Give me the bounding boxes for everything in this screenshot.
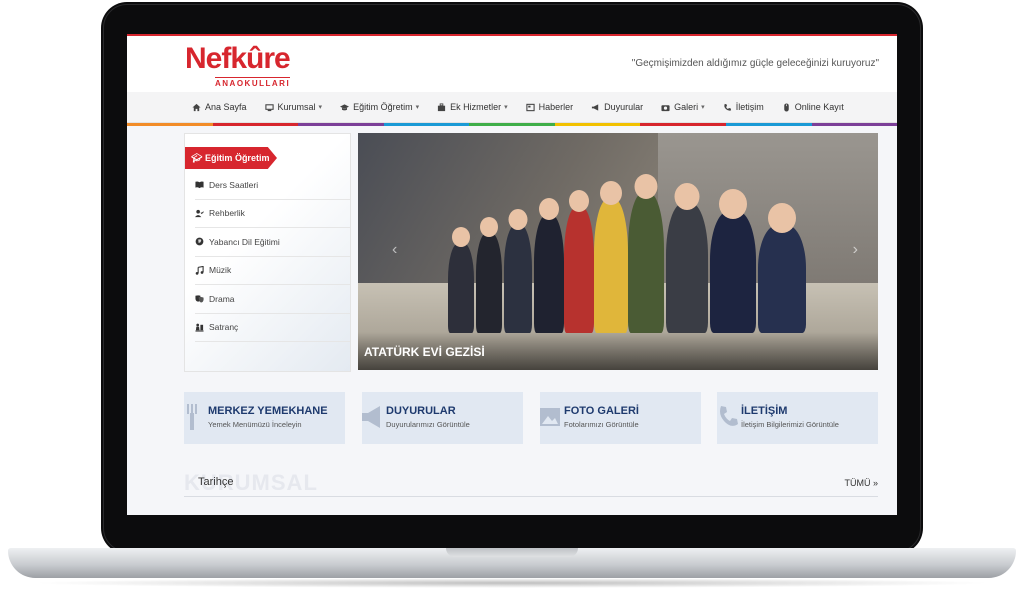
slider-prev-arrow[interactable]: ‹ [392,241,397,259]
home-icon [192,103,201,111]
chevron-down-icon: ▾ [318,104,323,111]
tab-tarihce[interactable]: Tarihçe [198,476,233,488]
laptop-shadow [30,578,994,588]
box-title: MERKEZ YEMEKHANE [208,405,328,417]
see-all-link[interactable]: TÜMÜ » [845,478,879,488]
nav-home[interactable]: Ana Sayfa [183,92,256,122]
side-item-drama[interactable]: Drama [195,285,350,314]
image-slider[interactable]: ‹ › ATATÜRK EVİ GEZİSİ [358,133,878,370]
section-divider [184,496,878,497]
quick-link-boxes: MERKEZ YEMEKHANE Yemek Menümüzü İnceleyi… [184,392,878,444]
side-item-satranc[interactable]: Satranç [195,314,350,342]
nav-online-kayit[interactable]: Online Kayıt [773,92,853,122]
mouse-icon [783,102,789,112]
box-duyurular[interactable]: DUYURULAR Duyurularımızı Görüntüle [362,392,523,444]
side-item-muzik[interactable]: Müzik [195,257,350,285]
chess-icon [195,323,204,332]
side-menu-heading[interactable]: 🎓︎ Eğitim Öğretim [185,147,277,169]
nav-duyurular[interactable]: Duyurular [582,92,652,122]
slider-next-arrow[interactable]: › [853,241,858,259]
graduation-cap-icon [340,103,350,110]
nav-label: Eğitim Öğretim [353,102,413,112]
megaphone-icon [362,406,380,428]
nav-iletisim[interactable]: İletişim [714,92,773,122]
slider-caption[interactable]: ATATÜRK EVİ GEZİSİ [364,345,485,359]
services-icon [437,102,446,111]
slider-photo-children [438,153,818,333]
side-menu-list: Ders Saatleri Rehberlik Yabancı Dil Eğit… [195,171,350,342]
music-icon [195,265,204,275]
nav-galeri[interactable]: Galeri ▾ [652,92,714,122]
side-item-label: Ders Saatleri [209,179,259,190]
chevron-down-icon: ▾ [415,104,420,111]
nav-label: Galeri [674,102,699,112]
graduation-cap-icon: 🎓︎ [191,153,205,163]
box-subtitle: İletişim Bilgilerimizi Görüntüle [741,420,839,429]
box-merkez-yemekhane[interactable]: MERKEZ YEMEKHANE Yemek Menümüzü İnceleyi… [184,392,345,444]
chevron-down-icon: ▾ [504,104,508,111]
box-foto-galeri[interactable]: FOTO GALERİ Fotolarımızı Görüntüle [540,392,701,444]
site-logo[interactable]: Nefkûre ANAOKULLARI [185,42,325,88]
newspaper-icon [525,103,535,111]
laptop-notch [446,548,578,557]
nav-label: Kurumsal [277,102,316,112]
camera-icon [661,104,670,111]
main-content: 🎓︎ Eğitim Öğretim Ders Saatleri Rehberli… [127,126,897,515]
phone-icon [723,103,731,111]
masks-icon [195,295,204,303]
chevron-down-icon: ▾ [701,104,705,111]
nav-kurumsal[interactable]: Kurumsal ▾ [256,92,332,122]
institution-icon [264,103,274,111]
box-title: DUYURULAR [386,405,456,417]
side-item-yabanci-dil[interactable]: Yabancı Dil Eğitimi [195,228,350,257]
box-title: FOTO GALERİ [564,405,639,417]
kurumsal-section: KURUMSAL Tarihçe TÜMÜ » [184,470,879,506]
nav-label: Ana Sayfa [205,102,247,112]
nav-haberler[interactable]: Haberler [517,92,583,122]
slider-caption-bar: ATATÜRK EVİ GEZİSİ [358,332,878,370]
book-icon [195,181,204,189]
nav-label: Haberler [538,102,574,112]
utensils-icon [187,404,197,430]
box-subtitle: Duyurularımızı Görüntüle [386,420,470,429]
website-screen: Nefkûre ANAOKULLARI "Geçmişimizden aldığ… [127,34,897,515]
box-title: İLETİŞİM [741,405,788,417]
side-item-label: Yabancı Dil Eğitimi [209,236,280,247]
side-menu: 🎓︎ Eğitim Öğretim Ders Saatleri Rehberli… [184,133,351,372]
image-icon [540,408,560,426]
site-slogan: "Geçmişimizden aldığımız güçle geleceğin… [631,58,879,69]
side-item-label: Drama [209,293,235,304]
nav-ek-hizmetler[interactable]: Ek Hizmetler ▾ [428,92,517,122]
phone-icon [720,406,738,426]
side-item-ders-saatleri[interactable]: Ders Saatleri [195,171,350,200]
side-item-label: Rehberlik [209,208,245,219]
box-iletisim[interactable]: İLETİŞİM İletişim Bilgilerimizi Görüntül… [717,392,878,444]
logo-wordmark: Nefkûre [185,42,291,75]
megaphone-icon [592,103,599,111]
side-item-rehberlik[interactable]: Rehberlik [195,200,350,228]
nav-label: Online Kayıt [794,102,844,112]
logo-subtitle: ANAOKULLARI [215,77,291,88]
user-check-icon [195,209,204,217]
box-subtitle: Yemek Menümüzü İnceleyin [208,420,302,429]
nav-egitim-ogretim[interactable]: Eğitim Öğretim ▾ [331,92,428,122]
nav-label: Ek Hizmetler [450,102,502,112]
side-item-label: Müzik [209,265,232,276]
nav-label: Duyurular [604,102,644,112]
side-item-label: Satranç [209,322,239,333]
main-navigation: Ana Sayfa Kurumsal ▾ Eğitim Öğretim ▾ Ek… [127,92,897,123]
site-header: Nefkûre ANAOKULLARI "Geçmişimizden aldığ… [127,36,897,92]
globe-icon [195,237,204,246]
nav-label: İletişim [735,102,764,112]
box-subtitle: Fotolarımızı Görüntüle [564,420,639,429]
